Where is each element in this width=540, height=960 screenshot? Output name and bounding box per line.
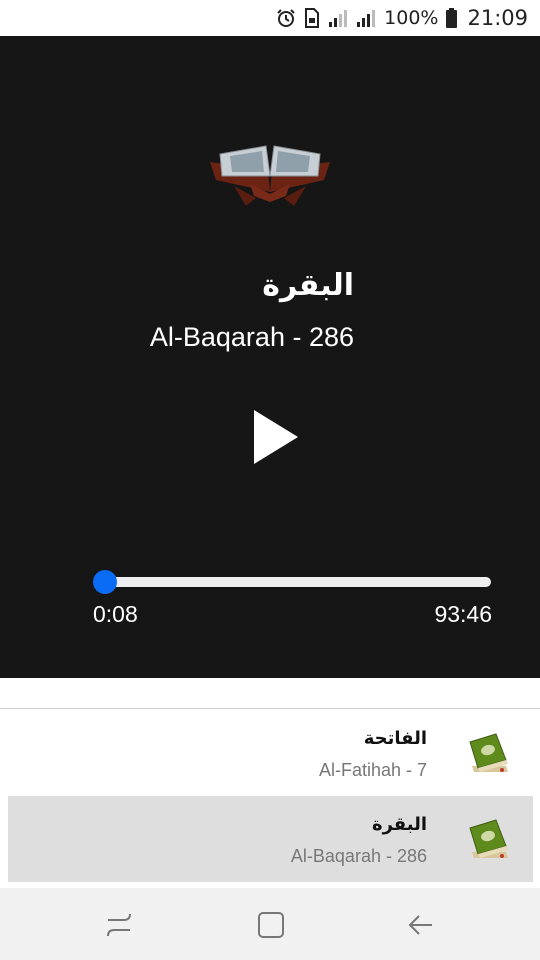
list-item-latin-title: Al-Fatihah - 7 xyxy=(318,760,427,780)
back-icon xyxy=(408,915,432,935)
now-playing-latin-title: Al-Baqarah - 286 xyxy=(149,322,354,352)
back-button[interactable] xyxy=(406,910,436,940)
play-icon xyxy=(254,410,298,464)
signal-icon xyxy=(356,9,376,27)
player-panel: البقرة Al-Baqarah - 286 0:08 93:46 xyxy=(0,36,540,678)
divider xyxy=(0,708,540,709)
sim-card-icon xyxy=(304,8,320,28)
quran-book-icon xyxy=(469,819,508,858)
list-item[interactable]: البقرة Al-Baqarah - 286 xyxy=(8,796,533,882)
home-icon xyxy=(258,912,284,938)
system-nav-bar xyxy=(0,888,540,960)
elapsed-time: 0:08 xyxy=(93,601,138,627)
now-playing-arabic-title: البقرة xyxy=(262,268,354,303)
battery-percent: 100% xyxy=(384,7,439,29)
list-item-arabic-title: الفاتحة xyxy=(363,728,427,749)
signal-icon xyxy=(328,9,348,27)
home-button[interactable] xyxy=(256,910,286,940)
recent-apps-icon xyxy=(107,913,131,937)
seek-bar-thumb[interactable] xyxy=(92,570,117,594)
quran-stand-illustration xyxy=(210,145,330,206)
list-item[interactable]: الفاتحة Al-Fatihah - 7 xyxy=(8,710,533,796)
list-item-arabic-title: البقرة xyxy=(371,814,427,835)
status-clock: 21:09 xyxy=(467,6,528,30)
quran-book-icon xyxy=(469,733,508,772)
status-bar: 100% 21:09 xyxy=(0,0,540,36)
alarm-icon xyxy=(276,8,296,28)
list-item-latin-title: Al-Baqarah - 286 xyxy=(290,846,427,866)
recent-apps-button[interactable] xyxy=(104,910,134,940)
seek-bar[interactable] xyxy=(104,577,491,587)
total-duration: 93:46 xyxy=(434,601,492,627)
play-button[interactable] xyxy=(250,406,302,468)
battery-icon xyxy=(446,8,458,28)
